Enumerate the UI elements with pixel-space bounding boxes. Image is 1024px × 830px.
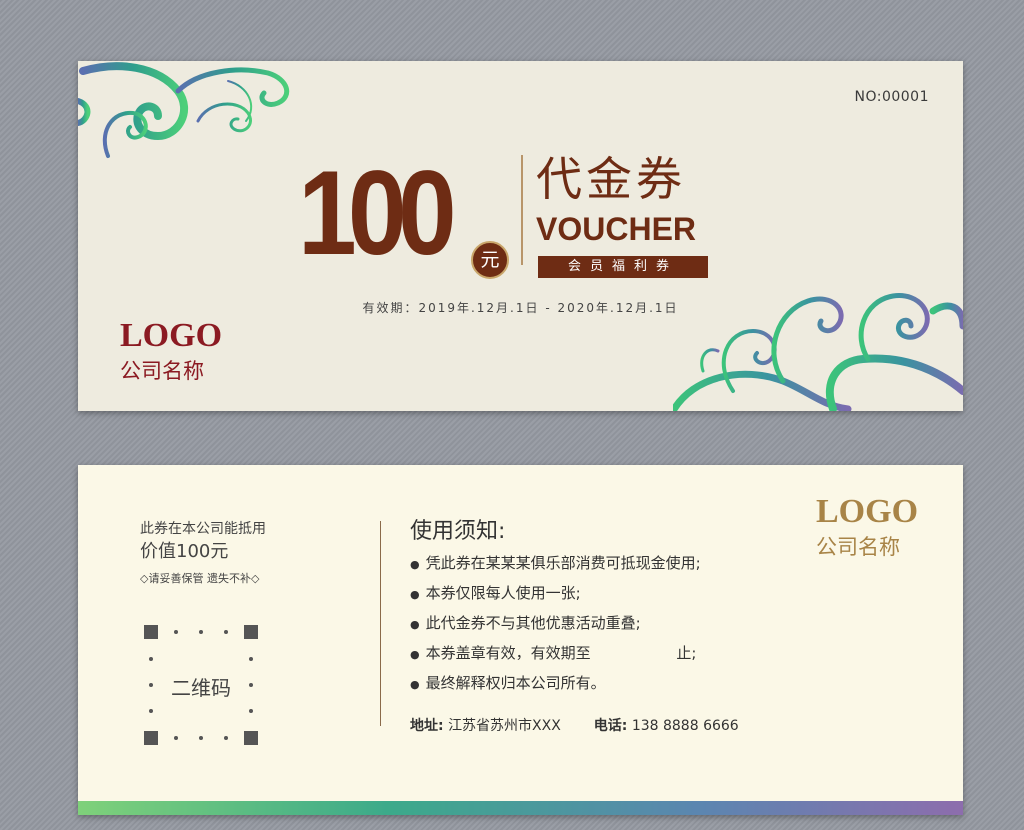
list-item: ● 最终解释权归本公司所有。 [410,669,701,699]
bullet-icon: ● [410,618,420,631]
voucher-back: 此券在本公司能抵用 价值100元 ◇请妥善保管 遗失不补◇ 二维码 使用须知: … [78,465,963,815]
bullet-icon: ● [410,588,420,601]
list-item: ● 凭此券在某某某俱乐部消费可抵现金使用; [410,549,701,579]
bullet-icon: ● [410,558,420,571]
gradient-bar [78,801,963,815]
voucher-title-en: VOUCHER [536,211,697,247]
qr-corner [144,731,158,745]
voucher-number: NO:00001 [854,89,929,105]
logo: LOGO [120,317,223,354]
note-text: 此代金券不与其他优惠活动重叠; [425,614,641,632]
qr-dot [199,630,203,634]
qr-dot [149,709,153,713]
section-divider [380,521,381,726]
qr-corner [244,625,258,639]
phone-label: 电话: [593,718,628,734]
contact-info: 地址: 江苏省苏州市XXX 电话: 138 8888 6666 [410,715,739,735]
qr-dot [224,736,228,740]
bullet-icon: ● [410,648,420,661]
address-label: 地址: [410,718,444,734]
voucher-front: NO:00001 100 元 代金券 VOUCHER 会员福利券 有效期：201… [78,61,963,411]
note-text: 最终解释权归本公司所有。 [425,674,606,692]
value-line: 价值100元 [140,541,229,562]
member-benefit-label: 会员福利券 [538,256,708,278]
qr-label: 二维码 [171,676,231,700]
company-name: 公司名称 [120,359,204,383]
voucher-title-cn: 代金券 [536,152,686,206]
note-text: 本券盖章有效，有效期至 止; [425,644,697,662]
qr-dot [224,630,228,634]
voucher-amount: 100 [298,146,457,280]
qr-code-placeholder: 二维码 [144,625,258,745]
list-item: ● 此代金券不与其他优惠活动重叠; [410,609,701,639]
qr-dot [249,709,253,713]
validity-period: 有效期：2019年.12月.1日 - 2020年.12月.1日 [362,301,679,315]
qr-corner [244,731,258,745]
company-name: 公司名称 [816,535,900,559]
phone-value: 138 8888 6666 [631,718,739,734]
usage-notes-title: 使用须知: [410,519,506,544]
logo: LOGO [816,493,919,530]
bullet-icon: ● [410,678,420,691]
currency-badge: 元 [471,241,509,279]
qr-corner [144,625,158,639]
title-divider [521,155,523,265]
address-value: 江苏省苏州市XXX [448,718,561,734]
list-item: ● 本券仅限每人使用一张; [410,579,701,609]
care-note: ◇请妥善保管 遗失不补◇ [140,572,260,585]
usage-line: 此券在本公司能抵用 [140,521,266,537]
value-info: 此券在本公司能抵用 价值100元 ◇请妥善保管 遗失不补◇ [140,519,266,589]
list-item: ● 本券盖章有效，有效期至 止; [410,639,701,669]
usage-notes-list: ● 凭此券在某某某俱乐部消费可抵现金使用; ● 本券仅限每人使用一张; ● 此代金券不… [410,549,701,699]
qr-dot [174,630,178,634]
note-text: 凭此券在某某某俱乐部消费可抵现金使用; [425,554,701,572]
qr-dot [199,736,203,740]
qr-dot [149,657,153,661]
qr-dot [249,657,253,661]
note-text: 本券仅限每人使用一张; [425,584,581,602]
qr-dot [174,736,178,740]
swirl-ornament-top-left [78,62,290,158]
